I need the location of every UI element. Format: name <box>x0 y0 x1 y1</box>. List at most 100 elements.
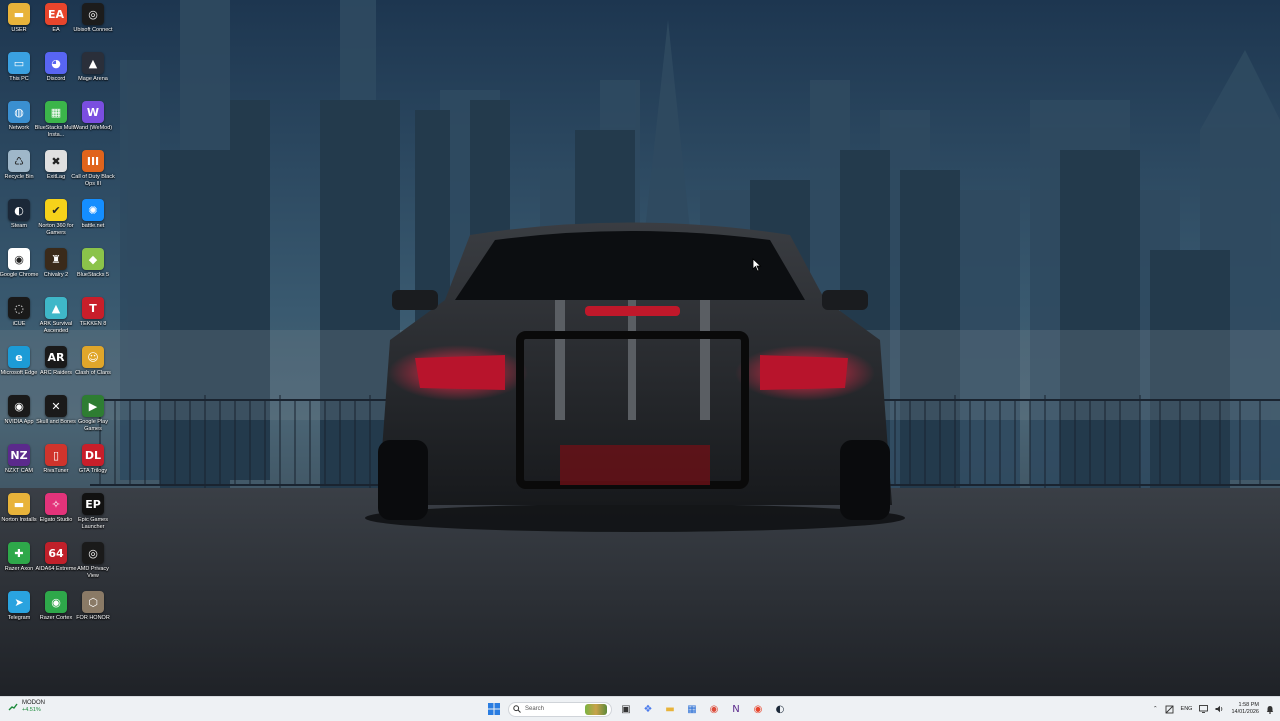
taskbar-pinned-app[interactable]: ▬ <box>662 701 678 717</box>
skull-and-bones-icon: ✕ <box>45 395 67 417</box>
razer-cortex-icon: ◉ <box>45 591 67 613</box>
desktop-icon[interactable]: ✔ Norton 360 for Gamers <box>38 199 74 245</box>
desktop-icon[interactable]: ⬡ FOR HONOR <box>75 591 111 637</box>
desktop-icon[interactable]: T TEKKEN 8 <box>75 297 111 343</box>
desktop-icon[interactable]: ✕ Skull and Bones <box>36 395 76 441</box>
desktop-icon[interactable]: NZ NZXT CAM <box>1 444 37 490</box>
language-indicator[interactable]: ENG <box>1181 706 1193 712</box>
desktop-icon[interactable]: ✚ Razer Axon <box>1 542 37 588</box>
ark-icon: ▲ <box>45 297 67 319</box>
desktop-icon[interactable]: ✖ ExitLag <box>38 150 74 196</box>
desktop-icon[interactable]: ♺ Recycle Bin <box>1 150 37 196</box>
desktop-icon-label: Ubisoft Connect <box>73 27 113 33</box>
desktop-icon[interactable]: e Microsoft Edge <box>1 346 37 392</box>
bluestacks-multi-icon: ▦ <box>45 101 67 123</box>
network-icon[interactable] <box>1199 705 1209 713</box>
for-honor-icon: ⬡ <box>82 591 104 613</box>
desktop-icon-label: BlueStacks 5 <box>76 272 110 278</box>
dlc-icon: DL <box>82 444 104 466</box>
tekken-icon: T <box>82 297 104 319</box>
ubisoft-icon: ◎ <box>82 3 104 25</box>
desktop-icon[interactable]: ♜ Chivalry 2 <box>38 248 74 294</box>
desktop-icon[interactable]: EA EA <box>38 3 74 49</box>
desktop-icon[interactable]: AR ARC Raiders <box>38 346 74 392</box>
desktop-icon-label: GTA Trilogy <box>78 468 108 474</box>
desktop-icon[interactable]: ▬ Norton Installs <box>1 493 37 539</box>
taskbar-pinned-app[interactable]: ◉ <box>750 701 766 717</box>
desktop-icon[interactable]: ☺ Clash of Clans <box>75 346 111 392</box>
desktop-icon[interactable]: 64 AIDA64 Extreme <box>36 542 76 588</box>
nzxt-icon: N <box>732 703 740 715</box>
ea-icon: EA <box>45 3 67 25</box>
desktop-icon[interactable]: ◉ NVIDIA App <box>1 395 37 441</box>
desktop-icon[interactable]: ▲ Mage Arena <box>75 52 111 98</box>
taskbar: MODON +4.51% Search ▣ ❖ ▬ ▦ ◉ N ◉ ◐ ⌃ EN… <box>0 696 1280 721</box>
desktop-icon[interactable]: ◌ iCUE <box>1 297 37 343</box>
wallpaper-art <box>0 0 1280 696</box>
desktop-icon[interactable]: ▲ ARK Survival Ascended <box>38 297 74 343</box>
desktop-icon[interactable]: ◆ BlueStacks 5 <box>75 248 111 294</box>
desktop-icon[interactable]: III Call of Duty Black Ops III <box>71 150 115 196</box>
desktop-icon[interactable]: ▭ This PC <box>1 52 37 98</box>
desktop-icon[interactable]: W Wand (WeMod) <box>74 101 112 147</box>
clock-time: 1:58 PM <box>1238 702 1259 708</box>
stocks-widget-title: MODON <box>22 700 45 706</box>
desktop-icon[interactable]: ◍ Network <box>1 101 37 147</box>
taskbar-pinned-app[interactable]: ▦ <box>684 701 700 717</box>
rivatuner-icon: ▯ <box>45 444 67 466</box>
desktop-icon[interactable]: ▦ BlueStacks Multi-Insta... <box>35 101 77 147</box>
volume-icon[interactable] <box>1215 705 1224 713</box>
taskbar-search[interactable]: Search <box>508 701 612 717</box>
mage-arena-icon: ▲ <box>82 52 104 74</box>
show-hidden-icons-chevron-icon[interactable]: ⌃ <box>1153 706 1158 712</box>
desktop-icon[interactable]: ✧ Elgato Studio <box>38 493 74 539</box>
icue-icon: ◌ <box>8 297 30 319</box>
copilot-icon: ❖ <box>643 703 653 715</box>
taskbar-pinned-app[interactable]: N <box>728 701 744 717</box>
taskbar-center: Search ▣ ❖ ▬ ▦ ◉ N ◉ ◐ <box>486 699 788 719</box>
desktop-icon-label: battle.net <box>81 223 105 229</box>
call-of-duty-icon: III <box>82 150 104 172</box>
desktop-icon[interactable]: ◉ Google Chrome <box>0 248 38 294</box>
windows-start-icon <box>488 703 500 715</box>
desktop-icon[interactable]: ◉ Razer Cortex <box>38 591 74 637</box>
desktop-icon[interactable]: ✺ battle.net <box>75 199 111 245</box>
file-explorer-icon: ▬ <box>665 703 675 715</box>
desktop-icon[interactable]: ◎ Ubisoft Connect <box>73 3 113 49</box>
desktop-icon[interactable]: EP Epic Games Launcher <box>75 493 111 539</box>
edge-icon: e <box>8 346 30 368</box>
stocks-widget[interactable]: MODON +4.51% <box>8 700 45 714</box>
arc-raiders-icon: AR <box>45 346 67 368</box>
desktop-icon-label: Epic Games Launcher <box>78 517 108 530</box>
aida64-icon: 64 <box>45 542 67 564</box>
desktop-icon[interactable]: DL GTA Trilogy <box>75 444 111 490</box>
desktop-icon-label: Clash of Clans <box>75 370 111 376</box>
desktop-icon-label: Mage Arena <box>78 76 108 82</box>
desktop-icon[interactable]: ◕ Discord <box>38 52 74 98</box>
start-button[interactable] <box>486 701 502 717</box>
desktop-icon[interactable]: ◐ Steam <box>1 199 37 245</box>
clock[interactable]: 1:58 PM 14/01/2026 <box>1231 702 1259 716</box>
desktop-icon[interactable]: ▶ Google Play Games <box>75 395 111 441</box>
notification-bell-icon[interactable] <box>1266 705 1274 714</box>
taskbar-pinned-app[interactable]: ◐ <box>772 701 788 717</box>
microsoft-store-icon: ▦ <box>687 703 697 715</box>
desktop-icon[interactable]: ◎ AMD Privacy View <box>75 542 111 588</box>
desktop-wallpaper <box>0 0 1280 696</box>
desktop-icon[interactable]: ▯ RivaTuner <box>38 444 74 490</box>
taskbar-pinned-app[interactable]: ▣ <box>618 701 634 717</box>
desktop-icon[interactable]: ➤ Telegram <box>1 591 37 637</box>
clock-date: 14/01/2026 <box>1231 709 1259 715</box>
bluestacks-icon: ◆ <box>82 248 104 270</box>
desktop-icon[interactable]: ▬ USER <box>1 3 37 49</box>
task-view-icon: ▣ <box>621 703 631 715</box>
taskbar-pinned-app[interactable]: ❖ <box>640 701 656 717</box>
desktop-icon-label: FOR HONOR <box>76 615 110 621</box>
stocks-widget-change: +4.51% <box>22 707 41 713</box>
telegram-icon: ➤ <box>8 591 30 613</box>
wand-icon: W <box>82 101 104 123</box>
tray-security-icon[interactable] <box>1165 705 1174 714</box>
steam-icon: ◐ <box>775 703 785 715</box>
taskbar-pinned-app[interactable]: ◉ <box>706 701 722 717</box>
folder-icon: ▬ <box>8 493 30 515</box>
